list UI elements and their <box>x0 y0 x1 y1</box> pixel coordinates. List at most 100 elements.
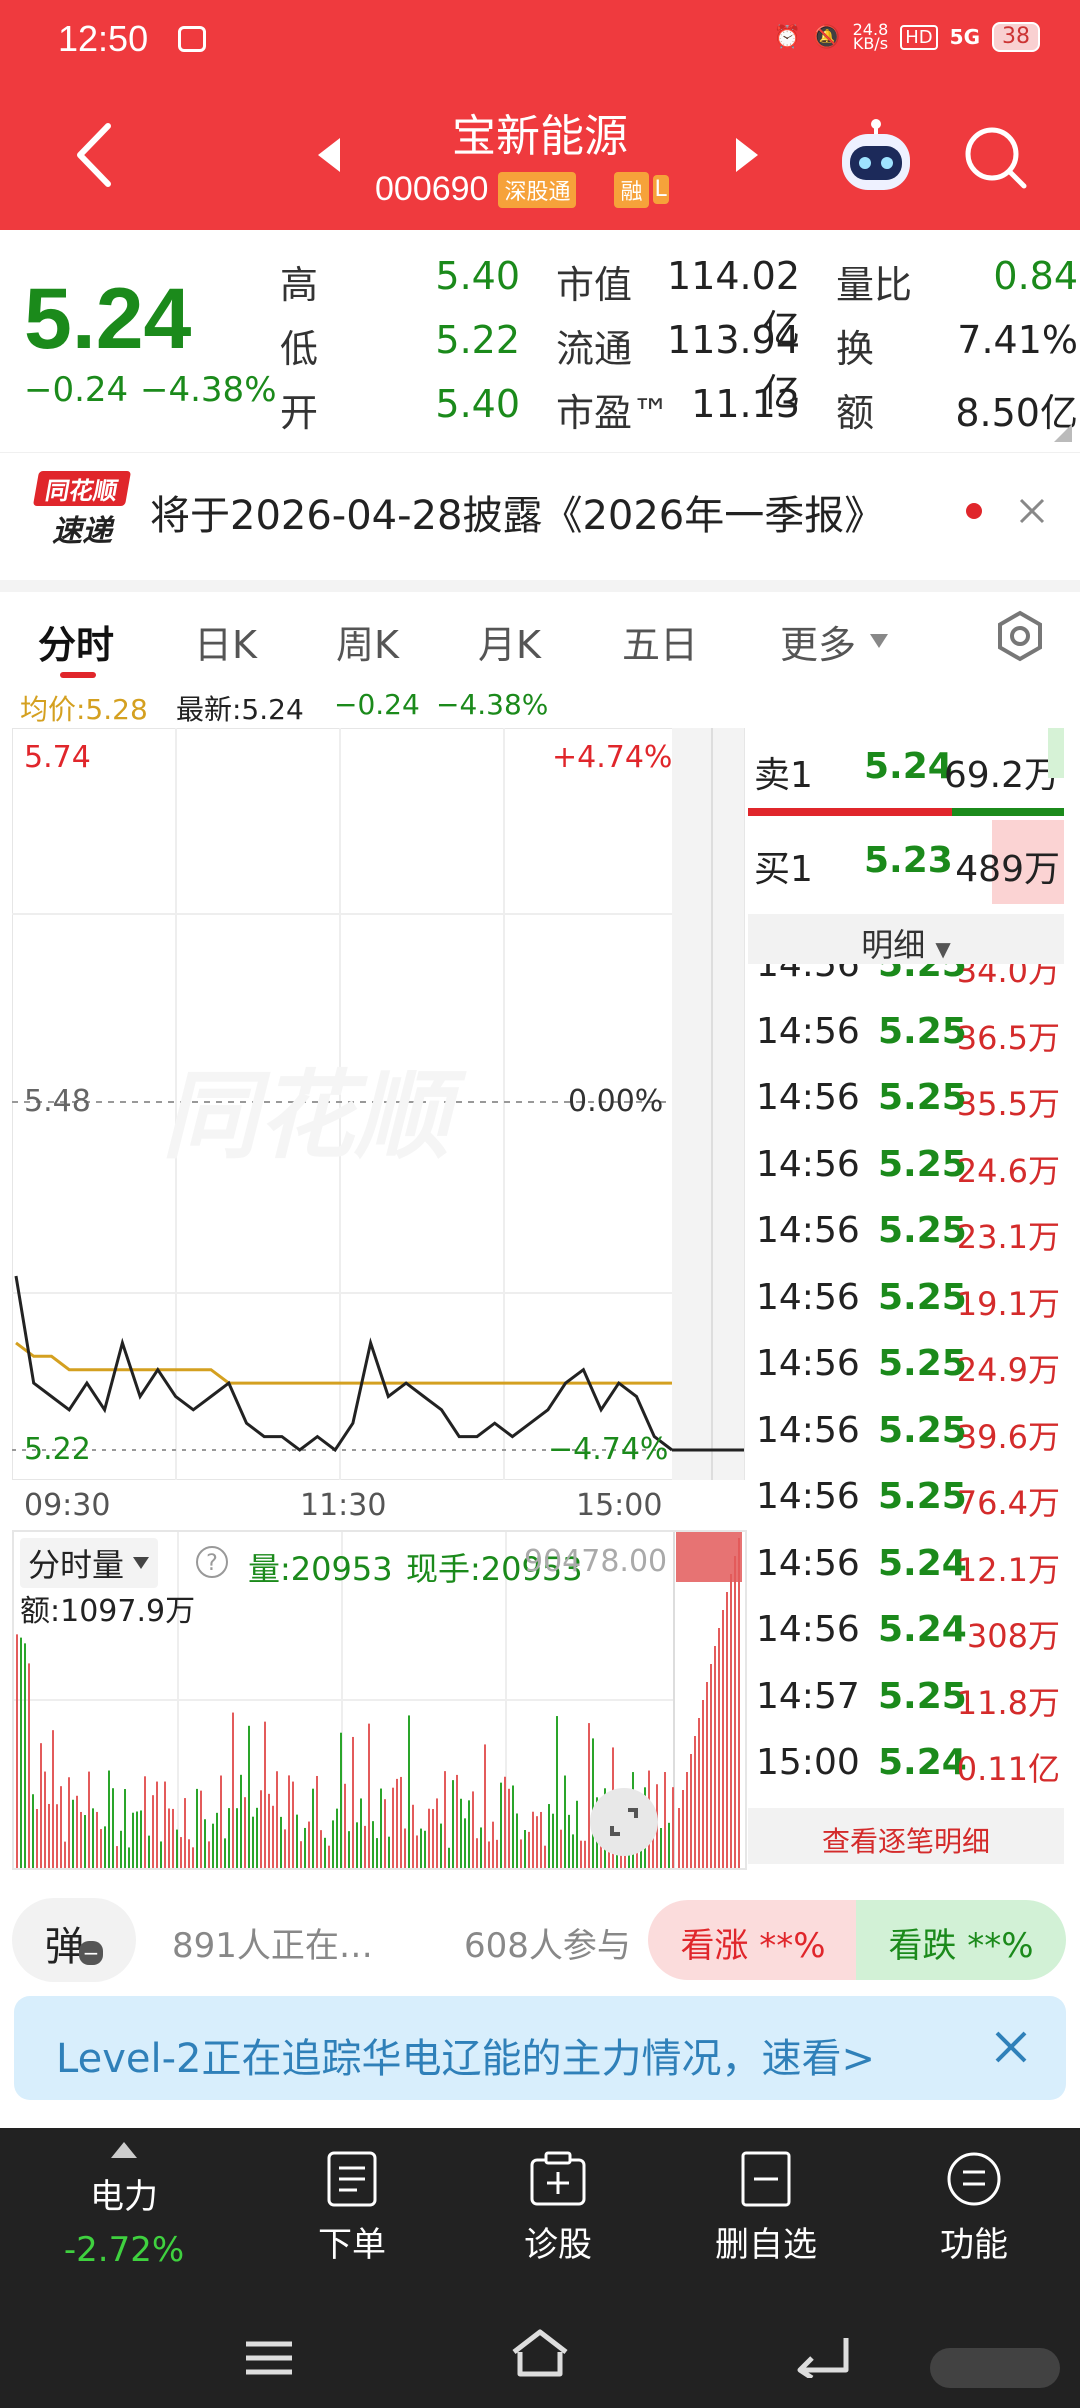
volume-bar <box>372 1821 374 1868</box>
volume-selector[interactable]: 分时量 <box>20 1538 159 1588</box>
volume-bar <box>664 1772 666 1868</box>
search-icon[interactable] <box>962 124 1028 190</box>
volume-bar <box>668 1822 670 1868</box>
high-value: 5.40 <box>435 254 520 298</box>
volume-bar <box>232 1712 234 1868</box>
volume-bar <box>64 1841 66 1868</box>
home-icon[interactable] <box>510 2328 570 2378</box>
volume-chart[interactable]: 分时量 ? 量:20953 现手:20953 90478.00 额:1097.9… <box>12 1530 747 1870</box>
order-icon <box>327 2151 377 2207</box>
fullscreen-button[interactable] <box>590 1788 658 1856</box>
time-end: 15:00 <box>576 1488 663 1523</box>
volume-bar <box>132 1812 134 1868</box>
level2-text[interactable]: Level-2正在追踪华电辽能的主力情况，速看> <box>56 2026 875 2084</box>
time-axis: 09:30 11:30 15:00 <box>12 1482 747 1530</box>
volume-bar <box>560 1829 562 1868</box>
trade-row: 14:56 5.25 76.4万 <box>748 1462 1068 1528</box>
trade-row: 14:56 5.25 23.1万 <box>748 1196 1068 1262</box>
volume-bar <box>364 1825 366 1868</box>
volume-bar <box>68 1777 70 1868</box>
float-label: 流通 <box>556 327 633 371</box>
view-all-trades-button[interactable]: 查看逐笔明细 <box>748 1808 1064 1864</box>
close-icon[interactable] <box>1018 497 1046 525</box>
trade-time: 14:56 <box>756 1609 860 1650</box>
mktcap-label: 市值 <box>556 263 633 307</box>
volume-bar <box>536 1816 538 1868</box>
vote-up-button[interactable]: 看涨 **% <box>648 1900 858 1980</box>
trade-time: 14:56 <box>756 1143 860 1185</box>
close-icon[interactable] <box>994 2030 1028 2064</box>
help-icon[interactable]: ? <box>194 1544 230 1580</box>
volume-max: 90478.00 <box>524 1544 668 1579</box>
trade-time: 14:57 <box>756 1675 860 1717</box>
volume-bar <box>384 1799 386 1868</box>
volume-bar <box>432 1809 434 1868</box>
trade-volume: 11.8万 <box>956 1683 1060 1722</box>
volume-bar <box>136 1811 138 1868</box>
tab-intraday[interactable]: 分时 <box>38 614 114 669</box>
expand-corner-icon[interactable] <box>1054 424 1072 442</box>
tab-monthly-k[interactable]: 月K <box>478 614 541 669</box>
chevron-down-icon <box>870 634 888 648</box>
trade-volume: 76.4万 <box>956 1484 1060 1522</box>
trade-row: 14:56 5.24 308万 <box>748 1595 1068 1661</box>
chevron-down-icon: ▼ <box>935 937 951 961</box>
trade-price: 5.25 <box>878 1143 967 1185</box>
stock-code-row: 000690 深股通 融 L <box>375 170 669 209</box>
auction-volume-bar <box>698 1718 700 1868</box>
trade-volume: 12.1万 <box>956 1550 1060 1589</box>
sector-item[interactable]: 电力 -2.72% <box>34 2128 214 2298</box>
bottom-toolbar: 电力 -2.72% 下单 诊股 删自选 功能 <box>0 2128 1080 2298</box>
news-banner[interactable]: 同花顺 速递 将于2026-04-28披露《2026年一季报》 <box>0 452 1080 567</box>
trade-price: 5.25 <box>878 1010 967 1052</box>
tab-weekly-k[interactable]: 周K <box>336 614 399 669</box>
delete-favorite-button[interactable]: 删自选 <box>676 2128 856 2298</box>
trade-detail-list[interactable]: 14:56 5.25 34.0万 14:56 5.25 36.5万 14:56 5.25 35.… <box>748 964 1068 1794</box>
tab-five-day[interactable]: 五日 <box>622 614 698 669</box>
intraday-chart[interactable]: 同花顺 5.74 +4.74% 5.48 0.00% 5.22 −4.74% <box>12 728 747 1480</box>
news-text[interactable]: 将于2026-04-28披露《2026年一季报》 <box>150 483 884 541</box>
danmu-button[interactable]: 弹− <box>12 1898 136 1982</box>
volume-bar <box>444 1771 446 1868</box>
volume-bar <box>580 1840 582 1868</box>
amount-label: 额 <box>836 391 875 435</box>
quote-panel: 5.24 −0.24 −4.38% 高 低 开 5.40 5.22 5.40 市… <box>0 230 1080 445</box>
volume-bar <box>288 1775 290 1868</box>
volume-bar <box>196 1788 198 1868</box>
diagnose-button[interactable]: 诊股 <box>468 2128 648 2298</box>
price-change: −0.24 <box>24 370 129 410</box>
order-button[interactable]: 下单 <box>262 2128 442 2298</box>
chart-bottom-price: 5.22 <box>24 1432 91 1467</box>
volume-bar <box>296 1814 298 1868</box>
volume-bar <box>92 1808 94 1868</box>
trade-volume: 36.5万 <box>956 1018 1060 1057</box>
avg-price: 均价:5.28 <box>20 693 148 726</box>
vote-down-button[interactable]: 看跌 **% <box>856 1900 1066 1980</box>
volume-bar <box>52 1730 54 1868</box>
tab-daily-k[interactable]: 日K <box>194 614 257 669</box>
volume-bar <box>152 1795 154 1868</box>
volume-bar <box>476 1838 478 1868</box>
volume-bar <box>552 1813 554 1868</box>
settings-icon[interactable] <box>994 610 1046 662</box>
volume-bar <box>20 1637 22 1868</box>
volume-bar <box>368 1723 370 1868</box>
next-stock-icon[interactable] <box>734 136 760 174</box>
back-nav-icon[interactable] <box>796 2328 850 2378</box>
functions-button[interactable]: 功能 <box>884 2128 1064 2298</box>
detail-header[interactable]: 明细 ▼ <box>748 914 1064 964</box>
volume-bar <box>408 1715 410 1868</box>
volume-bar <box>508 1788 510 1868</box>
auction-volume-bar <box>710 1664 712 1868</box>
volume-ratio-label: 量比 <box>836 263 913 307</box>
recent-apps-icon[interactable] <box>244 2338 294 2378</box>
robot-assistant-icon[interactable] <box>836 118 916 194</box>
tab-more[interactable]: 更多 <box>780 614 856 669</box>
volume-bar <box>160 1841 162 1868</box>
volume-bar <box>412 1804 414 1868</box>
volume-bar <box>352 1736 354 1868</box>
info-change-pct: −4.38% <box>436 688 549 721</box>
sell-1-price: 5.24 <box>864 746 953 787</box>
level2-banner[interactable]: Level-2正在追踪华电辽能的主力情况，速看> <box>14 1996 1066 2100</box>
volume-bar <box>84 1815 86 1868</box>
